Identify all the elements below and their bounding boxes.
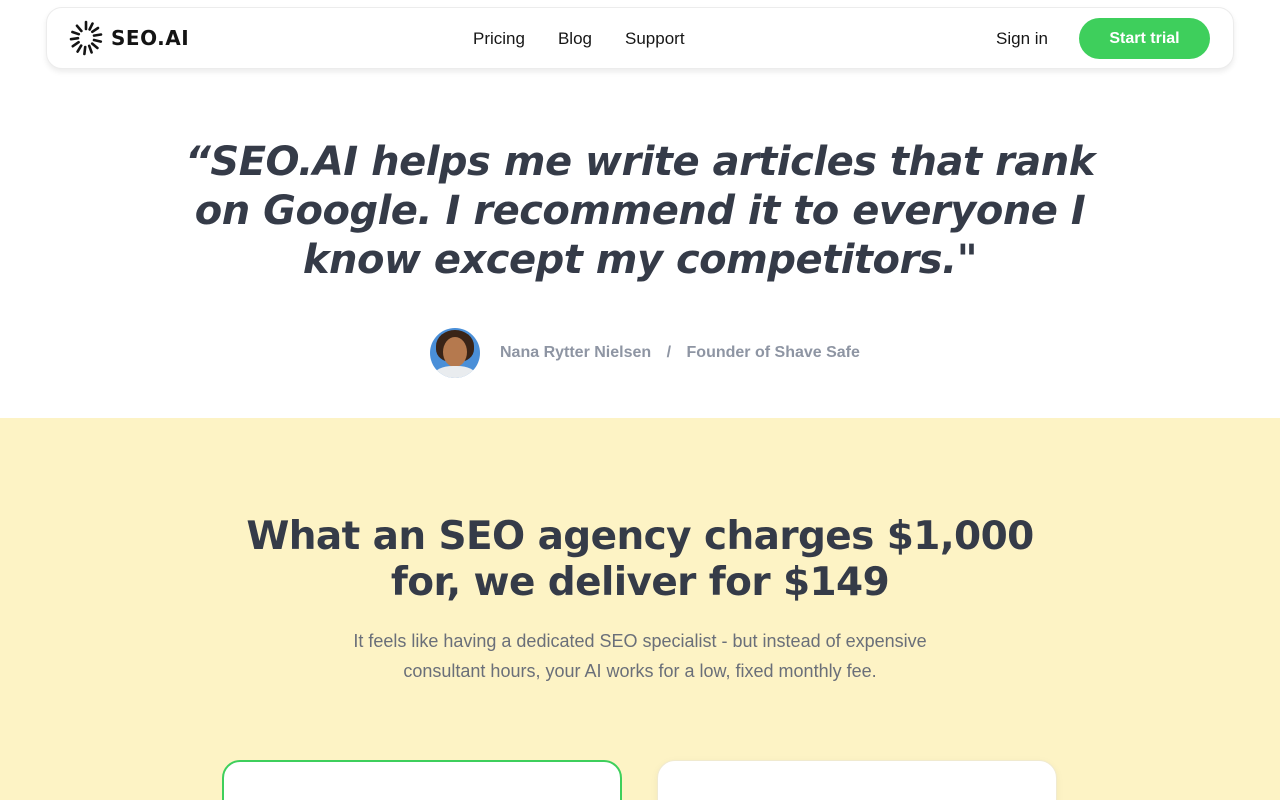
logo-wordmark: SEO.AI: [111, 26, 190, 50]
testimonial-quote: “SEO.AI helps me write articles that ran…: [185, 139, 1095, 283]
sunburst-logo-icon: [69, 20, 103, 56]
main-nav: Pricing Blog Support: [473, 28, 685, 50]
seo-ai-logo[interactable]: SEO.AI: [69, 20, 189, 56]
pricing-card: [657, 760, 1057, 800]
pricing-card-highlighted: [222, 760, 622, 800]
author-role: Founder of Shave Safe: [686, 344, 860, 361]
nav-link-support[interactable]: Support: [625, 28, 685, 50]
author-credit: Nana Rytter Nielsen / Founder of Shave S…: [500, 344, 860, 362]
pricing-section-subtitle: It feels like having a dedicated SEO spe…: [353, 631, 927, 681]
top-navbar: SEO.AI Pricing Blog Support Sign in Star…: [46, 7, 1234, 69]
nav-link-pricing[interactable]: Pricing: [473, 28, 525, 50]
avatar-face-shape: [443, 337, 467, 367]
pricing-section-title: What an SEO agency charges $1,000 for, w…: [246, 514, 1034, 605]
author-avatar: [430, 328, 480, 378]
avatar-shirt-shape: [434, 366, 476, 378]
pricing-comparison-section: What an SEO agency charges $1,000 for, w…: [0, 418, 1280, 800]
sign-in-link[interactable]: Sign in: [996, 28, 1048, 50]
start-trial-button[interactable]: Start trial: [1079, 18, 1210, 59]
author-name: Nana Rytter Nielsen: [500, 344, 652, 361]
nav-link-blog[interactable]: Blog: [558, 28, 592, 50]
author-separator: /: [666, 344, 672, 361]
testimonial-author: Nana Rytter Nielsen / Founder of Shave S…: [430, 328, 860, 378]
